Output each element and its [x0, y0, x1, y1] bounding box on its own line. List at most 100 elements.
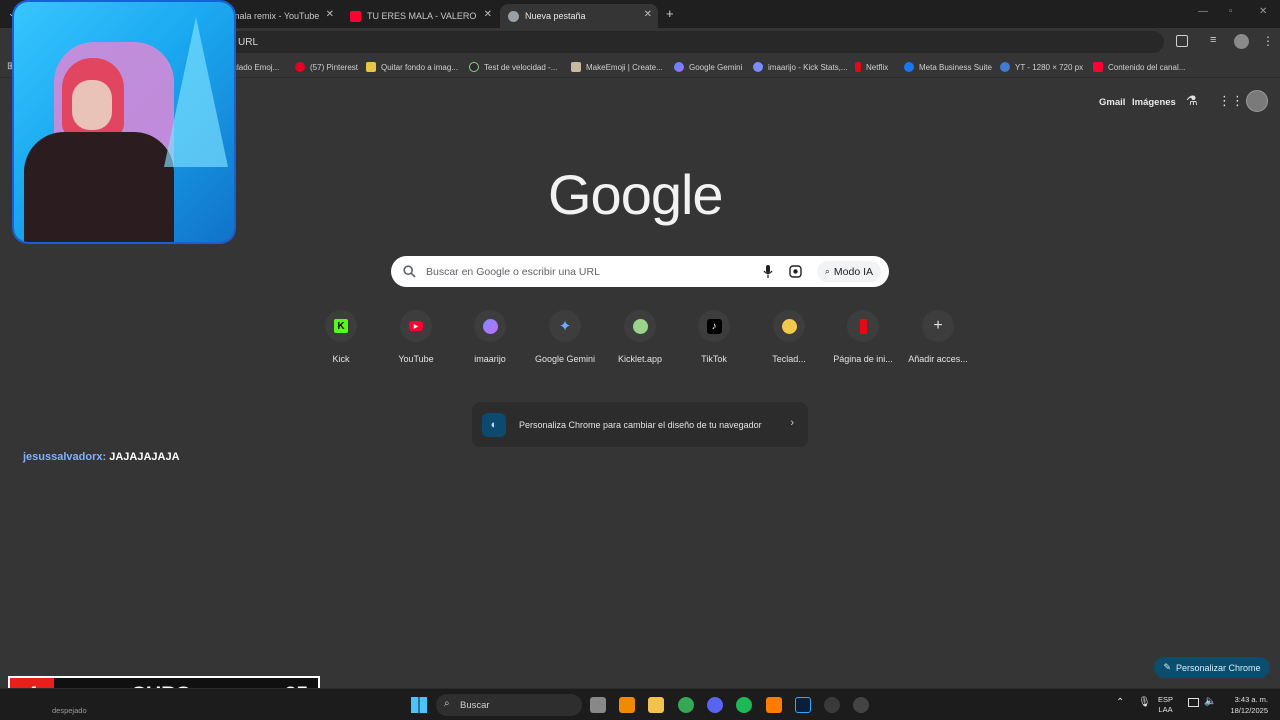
- task-view-icon[interactable]: [590, 697, 606, 713]
- new-tab-icon[interactable]: +: [666, 6, 674, 21]
- close-window-icon[interactable]: ✕: [1259, 6, 1267, 17]
- gmail-link[interactable]: Gmail: [1099, 97, 1125, 108]
- kick-icon: K: [334, 319, 348, 333]
- tab-tu-eres-mala[interactable]: TU ERES MALA - VALERO, JEEIF ✕: [342, 4, 498, 28]
- shortcut-tiktok[interactable]: ♪ TikTok: [677, 310, 751, 364]
- bookmark-item[interactable]: clado Emoj...: [233, 60, 279, 74]
- taskbar-search[interactable]: ⌕ Buscar: [436, 694, 582, 716]
- ai-mode-button[interactable]: ⌕ Modo IA: [816, 261, 881, 282]
- netflix-icon: [859, 318, 867, 334]
- shortcut-imaarijo[interactable]: imaarijo: [453, 310, 527, 364]
- youtube-icon: ▶: [409, 321, 423, 331]
- windows-start-icon[interactable]: [411, 697, 427, 713]
- discord-icon[interactable]: [707, 697, 723, 713]
- customize-chrome-button[interactable]: ✎ Personalizar Chrome: [1154, 657, 1270, 678]
- customize-chrome-label: Personalizar Chrome: [1176, 662, 1261, 673]
- chat-username: jesussalvadorx:: [23, 451, 107, 463]
- shortcut-emoji-keyboard[interactable]: Teclad...: [752, 310, 826, 364]
- google-lens-icon[interactable]: [789, 265, 802, 278]
- search-input[interactable]: Buscar en Google o escribir una URL: [426, 266, 600, 278]
- bookmark-item[interactable]: Contenido del canal...: [1093, 60, 1185, 74]
- tab-close-icon[interactable]: ✕: [644, 9, 652, 20]
- address-bar[interactable]: URL: [228, 31, 1164, 53]
- shortcut-gemini[interactable]: ✦ Google Gemini: [528, 310, 602, 364]
- pencil-icon: ✎: [1163, 662, 1171, 672]
- search-icon: [403, 265, 416, 278]
- app-icon[interactable]: [853, 697, 869, 713]
- tab-close-icon[interactable]: ✕: [326, 9, 334, 20]
- chrome-icon: [508, 10, 519, 22]
- photoshop-icon[interactable]: [795, 697, 811, 713]
- tab-close-icon[interactable]: ✕: [484, 9, 492, 20]
- globe-icon: [1000, 62, 1010, 72]
- pinterest-icon: [295, 62, 305, 72]
- obs-icon[interactable]: [824, 697, 840, 713]
- search-icon: ⌕: [444, 698, 450, 709]
- system-clock[interactable]: 3:43 a. m. 18/12/2025: [1222, 694, 1268, 716]
- chat-message: jesussalvadorx: JAJAJAJAJA: [23, 451, 180, 463]
- shortcut-kick[interactable]: K Kick: [304, 310, 378, 364]
- shortcut-label: Añadir acces...: [908, 354, 968, 364]
- windows-taskbar: despejado ⌕ Buscar ⌃ ESP LAA 🎙 🔈 3:43 a.…: [0, 688, 1280, 720]
- tiktok-icon: ♪: [706, 318, 722, 334]
- images-link[interactable]: Imágenes: [1132, 97, 1176, 108]
- media-controls-icon[interactable]: ≡: [1210, 34, 1216, 46]
- tab-title: Nueva pestaña: [525, 11, 586, 21]
- shortcut-add[interactable]: + Añadir acces...: [901, 310, 975, 364]
- file-explorer-icon[interactable]: [648, 697, 664, 713]
- maximize-icon[interactable]: ▫: [1229, 6, 1233, 17]
- extensions-icon[interactable]: [1176, 35, 1188, 47]
- bookmark-item[interactable]: Meta Business Suite: [904, 60, 992, 74]
- remove-bg-icon: [366, 62, 376, 72]
- palette-icon: ◐: [482, 412, 506, 437]
- address-bar-text: URL: [238, 36, 259, 48]
- network-icon[interactable]: [1188, 698, 1199, 707]
- tab-mala-remix[interactable]: mala remix - YouTube ✕: [224, 4, 340, 28]
- profile-avatar-toolbar[interactable]: [1234, 34, 1249, 49]
- illustrator-icon[interactable]: [766, 697, 782, 713]
- meta-icon: [904, 62, 914, 72]
- menu-kebab-icon[interactable]: ⋮: [1262, 34, 1274, 48]
- kicklet-icon: [632, 318, 648, 334]
- microphone-icon[interactable]: [763, 265, 773, 278]
- weather-text[interactable]: despejado: [52, 706, 87, 715]
- vlc-icon[interactable]: [619, 697, 635, 713]
- chevron-up-icon[interactable]: ⌃: [1116, 697, 1124, 708]
- google-logo: Google: [548, 163, 724, 226]
- volume-icon[interactable]: 🔈: [1204, 696, 1216, 707]
- shortcut-youtube[interactable]: ▶ YouTube: [379, 310, 453, 364]
- makeemoji-icon: [571, 62, 581, 72]
- clock-time: 3:43 a. m.: [1234, 695, 1268, 704]
- tab-nueva-pestana[interactable]: Nueva pestaña ✕: [500, 4, 658, 28]
- bookmark-item[interactable]: Netflix: [855, 60, 888, 74]
- spotify-icon[interactable]: [736, 697, 752, 713]
- shortcut-netflix[interactable]: Página de ini...: [826, 310, 900, 364]
- customize-chrome-card[interactable]: ◐ Personaliza Chrome para cambiar el dis…: [472, 402, 808, 447]
- shortcut-label: TikTok: [701, 354, 727, 364]
- google-apps-icon[interactable]: ⋮⋮: [1218, 93, 1244, 109]
- bookmark-item[interactable]: Quitar fondo a imag...: [366, 60, 458, 74]
- bookmark-item[interactable]: Test de velocidad -...: [469, 60, 557, 74]
- bookmark-item[interactable]: MakeEmoji | Create...: [571, 60, 663, 74]
- taskbar-search-label: Buscar: [460, 699, 490, 711]
- microphone-icon[interactable]: 🎙: [1138, 697, 1151, 708]
- labs-flask-icon[interactable]: ⚗: [1186, 93, 1198, 109]
- input-language[interactable]: ESP LAA: [1158, 695, 1173, 715]
- chrome-icon[interactable]: [678, 697, 694, 713]
- shortcut-label: Teclad...: [772, 354, 806, 364]
- bookmark-item[interactable]: imaarijo - Kick Stats,...: [753, 60, 848, 74]
- chevron-right-icon: ›: [790, 417, 794, 429]
- add-icon: +: [933, 317, 943, 334]
- webcam-overlay: [14, 2, 234, 242]
- search-box[interactable]: Buscar en Google o escribir una URL ⌕ Mo…: [391, 256, 889, 287]
- bookmark-item[interactable]: (57) Pinterest: [295, 60, 358, 74]
- ai-mode-label: Modo IA: [833, 265, 873, 278]
- bookmark-item[interactable]: YT - 1280 × 720 px: [1000, 60, 1083, 74]
- shortcut-kicklet[interactable]: Kicklet.app: [603, 310, 677, 364]
- minimize-icon[interactable]: —: [1198, 6, 1208, 17]
- bookmark-item[interactable]: Google Gemini: [674, 60, 742, 74]
- ai-search-icon: ⌕: [824, 266, 830, 276]
- christmas-tree: [164, 17, 228, 167]
- account-avatar[interactable]: [1246, 90, 1268, 112]
- clock-date: 18/12/2025: [1230, 706, 1268, 715]
